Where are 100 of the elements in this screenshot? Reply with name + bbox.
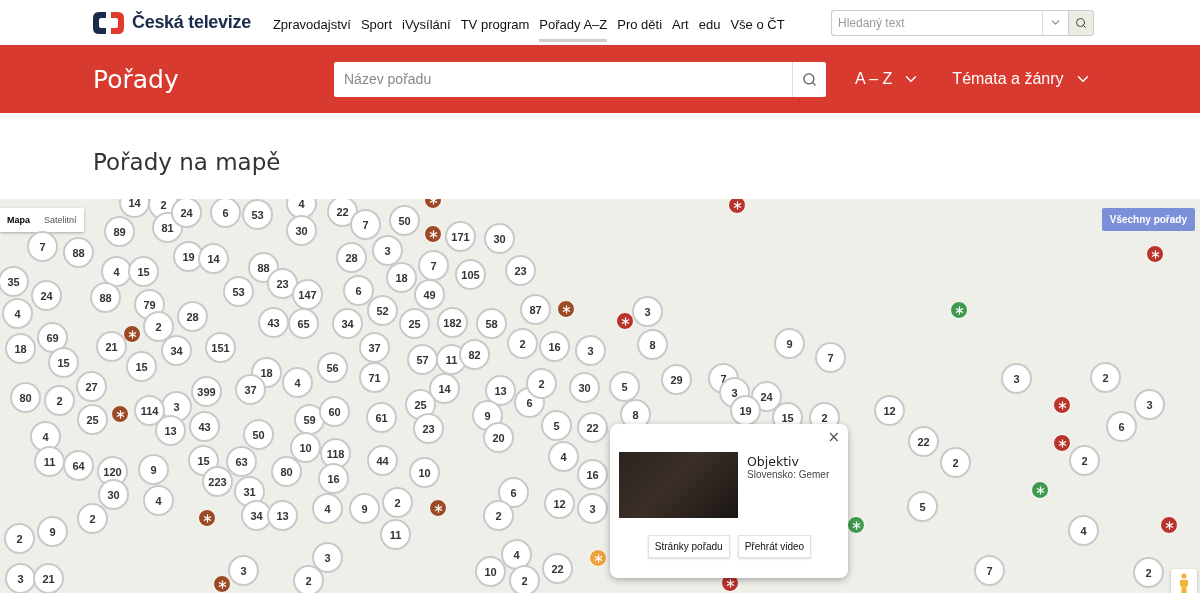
cluster-marker[interactable]: 5 <box>609 371 640 402</box>
cluster-marker[interactable]: 9 <box>774 328 805 359</box>
cluster-marker[interactable]: 87 <box>520 294 551 325</box>
pin-marker[interactable] <box>616 312 634 330</box>
cluster-marker[interactable]: 15 <box>48 347 79 378</box>
cluster-marker[interactable]: 9 <box>349 493 380 524</box>
pin-marker[interactable] <box>950 301 968 319</box>
logo-text[interactable]: Česká televize <box>132 12 251 33</box>
cluster-marker[interactable]: 2 <box>1090 362 1121 393</box>
pin-marker[interactable] <box>198 509 216 527</box>
cluster-marker[interactable]: 4 <box>286 199 317 219</box>
pin-marker[interactable] <box>213 575 231 593</box>
cluster-marker[interactable]: 43 <box>258 307 289 338</box>
cluster-marker[interactable]: 60 <box>319 396 350 427</box>
cluster-marker[interactable]: 3 <box>632 296 663 327</box>
cluster-marker[interactable]: 20 <box>483 422 514 453</box>
cluster-marker[interactable]: 53 <box>223 276 254 307</box>
cluster-marker[interactable]: 2 <box>1069 445 1100 476</box>
map-type-tab[interactable]: Mapa <box>0 208 37 232</box>
cluster-marker[interactable]: 4 <box>101 256 132 287</box>
cluster-marker[interactable]: 80 <box>10 382 41 413</box>
cluster-marker[interactable]: 4 <box>2 298 33 329</box>
cluster-marker[interactable]: 30 <box>286 215 317 246</box>
cluster-marker[interactable]: 11 <box>34 446 65 477</box>
cluster-marker[interactable]: 6 <box>343 275 374 306</box>
pin-marker[interactable] <box>589 549 607 567</box>
pin-marker[interactable] <box>429 499 447 517</box>
nav-link[interactable]: Sport <box>360 7 392 42</box>
cluster-marker[interactable]: 69 <box>37 322 68 353</box>
cluster-marker[interactable]: 52 <box>367 295 398 326</box>
cluster-marker[interactable]: 12 <box>544 488 575 519</box>
cluster-marker[interactable]: 2 <box>507 328 538 359</box>
cluster-marker[interactable]: 8 <box>637 329 668 360</box>
cluster-marker[interactable]: 2 <box>382 487 413 518</box>
cluster-marker[interactable]: 21 <box>33 563 64 593</box>
cluster-marker[interactable]: 6 <box>210 199 241 228</box>
cluster-marker[interactable]: 23 <box>505 255 536 286</box>
cluster-marker[interactable]: 16 <box>577 459 608 490</box>
cluster-marker[interactable]: 147 <box>292 279 323 310</box>
cluster-marker[interactable]: 44 <box>367 445 398 476</box>
cluster-marker[interactable]: 10 <box>290 432 321 463</box>
cluster-marker[interactable]: 2 <box>44 385 75 416</box>
cluster-marker[interactable]: 89 <box>104 216 135 247</box>
pin-marker[interactable] <box>1146 245 1164 263</box>
cluster-marker[interactable]: 28 <box>177 301 208 332</box>
cluster-marker[interactable]: 3 <box>312 542 343 573</box>
cluster-marker[interactable]: 16 <box>539 331 570 362</box>
nav-link[interactable]: Zpravodajství <box>272 7 351 42</box>
cluster-marker[interactable]: 2 <box>77 503 108 534</box>
cluster-marker[interactable]: 7 <box>974 555 1005 586</box>
cluster-marker[interactable]: 34 <box>332 308 363 339</box>
pin-marker[interactable] <box>123 325 141 343</box>
cluster-marker[interactable]: 24 <box>31 280 62 311</box>
cluster-marker[interactable]: 50 <box>243 419 274 450</box>
cluster-marker[interactable]: 24 <box>171 199 202 228</box>
cluster-marker[interactable]: 30 <box>569 372 600 403</box>
cluster-marker[interactable]: 223 <box>202 466 233 497</box>
cluster-marker[interactable]: 14 <box>119 199 150 218</box>
cluster-marker[interactable]: 13 <box>267 500 298 531</box>
pin-marker[interactable] <box>1031 481 1049 499</box>
cluster-marker[interactable]: 6 <box>498 477 529 508</box>
cluster-marker[interactable]: 118 <box>320 438 351 469</box>
cluster-marker[interactable]: 2 <box>4 523 35 554</box>
cluster-marker[interactable]: 171 <box>445 221 476 252</box>
show-search-field[interactable]: Název pořadu <box>334 61 792 97</box>
cluster-marker[interactable]: 13 <box>155 415 186 446</box>
cluster-marker[interactable]: 4 <box>1068 515 1099 546</box>
cluster-marker[interactable]: 71 <box>359 362 390 393</box>
cluster-marker[interactable]: 6 <box>1106 411 1137 442</box>
cluster-marker[interactable]: 3 <box>5 563 36 593</box>
cluster-marker[interactable]: 57 <box>407 344 438 375</box>
menu-dropdown[interactable]: Témata a žánry <box>952 70 1092 88</box>
cluster-marker[interactable]: 4 <box>548 441 579 472</box>
search-button[interactable] <box>792 61 826 97</box>
nav-link[interactable]: iVysílání <box>402 7 451 42</box>
cluster-marker[interactable]: 22 <box>577 412 608 443</box>
cluster-marker[interactable]: 21 <box>96 331 127 362</box>
cluster-marker[interactable]: 4 <box>282 367 313 398</box>
cluster-marker[interactable]: 9 <box>138 454 169 485</box>
cluster-marker[interactable]: 30 <box>98 479 129 510</box>
cluster-marker[interactable]: 2 <box>293 565 324 593</box>
cluster-marker[interactable]: 50 <box>389 205 420 236</box>
search-button[interactable] <box>1068 9 1094 36</box>
cluster-marker[interactable]: 114 <box>134 395 165 426</box>
cluster-marker[interactable]: 3 <box>577 493 608 524</box>
cluster-marker[interactable]: 15 <box>126 351 157 382</box>
cluster-marker[interactable]: 31 <box>234 476 265 507</box>
cluster-marker[interactable]: 12 <box>874 395 905 426</box>
popup-button[interactable]: Přehrát video <box>737 535 812 558</box>
cluster-marker[interactable]: 25 <box>399 308 430 339</box>
cluster-marker[interactable]: 399 <box>191 376 222 407</box>
cluster-marker[interactable]: 23 <box>413 413 444 444</box>
cluster-marker[interactable]: 13 <box>485 375 516 406</box>
cluster-marker[interactable]: 22 <box>542 553 573 584</box>
search-field[interactable]: Hledaný text <box>831 9 1042 36</box>
cluster-marker[interactable]: 7 <box>350 209 381 240</box>
cluster-marker[interactable]: 7 <box>815 342 846 373</box>
pin-marker[interactable] <box>1053 396 1071 414</box>
cluster-marker[interactable]: 34 <box>241 500 272 531</box>
cluster-marker[interactable]: 35 <box>0 266 29 297</box>
